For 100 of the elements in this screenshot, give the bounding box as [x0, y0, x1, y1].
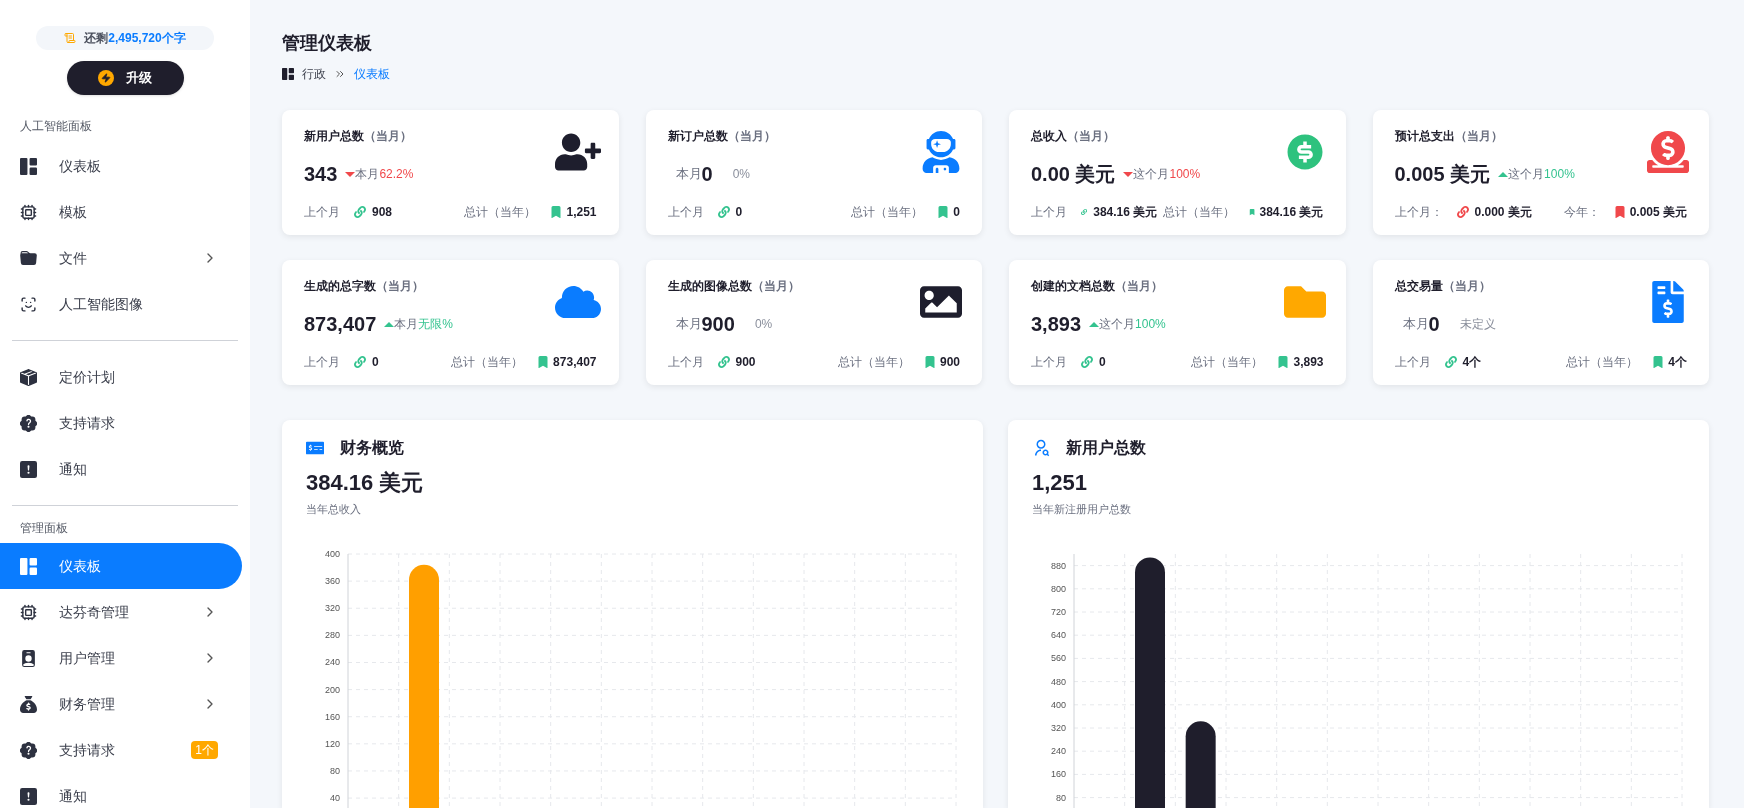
axis-tick-label: 200	[324, 684, 340, 695]
upgrade-button[interactable]: 升级	[66, 61, 184, 95]
breadcrumb-link[interactable]: 仪表板	[354, 65, 390, 83]
page-title: 管理仪表板	[282, 32, 373, 55]
alert-icon	[20, 460, 37, 478]
axis-tick-label: 560	[1050, 652, 1066, 663]
value-prefix: 本月	[675, 165, 702, 184]
value-prefix: 本月	[1402, 315, 1429, 334]
trend-up-icon	[384, 321, 395, 327]
bookmark-icon	[937, 206, 950, 218]
sidebar-item[interactable]: 模板	[0, 189, 242, 235]
grid-icon	[20, 557, 37, 575]
stat-value: 3,893	[1031, 312, 1082, 337]
link-icon	[717, 356, 730, 368]
link-icon	[354, 206, 366, 218]
panel-caption: 当年新注册用户总数	[1032, 502, 1132, 517]
sidebar-item[interactable]: 仪表板	[0, 543, 242, 589]
footer-value: 908	[372, 204, 393, 221]
sidebar-item[interactable]: 达芬奇管理	[0, 589, 242, 635]
trend-change: 无限%	[418, 316, 453, 333]
axis-tick-label: 240	[1050, 745, 1066, 756]
sidebar-item[interactable]: 仪表板	[0, 143, 242, 189]
sidebar-item[interactable]: 用户管理	[0, 635, 242, 681]
card-title: 总交易量（当月）	[1394, 278, 1491, 295]
person-card-icon	[20, 649, 37, 667]
footer-value: 384.16 美元	[1093, 204, 1158, 221]
link-icon	[1081, 206, 1088, 218]
stat-value: 0	[1428, 312, 1440, 337]
bookmark-icon	[537, 356, 550, 368]
sidebar-item[interactable]: 支持请求 1个	[0, 727, 242, 773]
footer-value: 900	[939, 354, 960, 371]
bookmark-icon	[923, 356, 936, 368]
sidebar-item-label: 支持请求	[59, 740, 116, 760]
trend-change: 100%	[1135, 316, 1166, 333]
axis-tick-label: 480	[1050, 676, 1066, 687]
sidebar-item[interactable]: 文件	[0, 235, 242, 281]
section-title: 管理面板	[19, 520, 69, 537]
bookmark-icon	[1277, 356, 1290, 368]
sidebar-item-label: 定价计划	[59, 367, 116, 387]
trend-change: 0%	[754, 316, 773, 333]
sidebar-item[interactable]: 通知	[0, 446, 242, 492]
trend-up-icon	[1089, 321, 1100, 327]
box-icon	[20, 368, 37, 386]
trend-label: 这个月	[1508, 166, 1545, 183]
grid-icon	[282, 68, 294, 80]
sidebar-item[interactable]: 通知	[0, 773, 242, 808]
link-icon	[1081, 356, 1093, 368]
footer-label: 上个月	[667, 354, 704, 371]
card-title: 总收入（当月）	[1031, 128, 1115, 145]
stat-value: 343	[304, 162, 338, 187]
footer-value: 0	[953, 204, 960, 221]
footer-label: 上个月	[1394, 354, 1431, 371]
sidebar-item[interactable]: 财务管理	[0, 681, 242, 727]
sidebar-item[interactable]: 人工智能图像	[0, 281, 242, 327]
bookmark-icon	[1249, 206, 1256, 218]
sidebar-item-label: 文件	[59, 248, 88, 268]
footer-label: 总计（当年）	[1566, 354, 1639, 371]
axis-tick-label: 400	[1050, 699, 1066, 710]
footer-value: 4个	[1668, 354, 1687, 371]
axis-tick-label: 120	[324, 738, 340, 749]
users-icon	[1032, 439, 1050, 457]
folder-icon	[20, 249, 37, 267]
trend-down-icon	[345, 171, 356, 177]
footer-label: 总计（当年）	[451, 354, 524, 371]
footer-label: 上个月	[304, 204, 340, 221]
stat-value: 873,407	[304, 312, 377, 337]
sidebar-item[interactable]: 支持请求	[0, 400, 242, 446]
sidebar-item-label: 模板	[59, 202, 88, 222]
alert-icon	[20, 787, 37, 805]
sidebar-item[interactable]: 定价计划	[0, 354, 242, 400]
footer-value: 0	[1099, 354, 1106, 371]
footer-label: 总计（当年）	[851, 204, 924, 221]
trend-change: 未定义	[1459, 316, 1496, 333]
footer-value: 0	[735, 204, 743, 221]
axis-tick-label: 80	[1056, 792, 1066, 803]
trend-change: 100%	[1544, 166, 1575, 183]
stat-value: 0	[701, 162, 713, 187]
section-title: 人工智能面板	[19, 118, 93, 135]
breadcrumb-link[interactable]: 行政	[302, 65, 326, 83]
sidebar-item-label: 通知	[59, 459, 88, 479]
lightning-icon	[98, 70, 114, 86]
axis-tick-label: 280	[324, 629, 340, 640]
axis-tick-label: 400	[324, 548, 340, 559]
footer-label: 上个月	[1031, 354, 1067, 371]
footer-label: 总计（当年）	[464, 204, 537, 221]
sidebar-item-label: 仪表板	[59, 156, 102, 176]
stat-value: 0.005 美元	[1394, 162, 1491, 187]
value-prefix: 本月	[675, 315, 702, 334]
footer-label: 总计（当年）	[1163, 204, 1236, 221]
question-icon	[20, 741, 37, 759]
bookmark-icon	[550, 206, 563, 218]
footer-label: 上个月	[1031, 204, 1067, 221]
breadcrumb-separator-icon	[334, 68, 346, 80]
trend-change: 100%	[1169, 166, 1201, 183]
footer-label: 上个月：	[1394, 204, 1443, 221]
trend-up-icon	[1498, 171, 1509, 177]
panel-total: 1,251	[1032, 469, 1089, 497]
axis-tick-label: 160	[324, 711, 340, 722]
count-badge: 1个	[191, 741, 218, 759]
sidebar-item-label: 人工智能图像	[59, 294, 144, 314]
